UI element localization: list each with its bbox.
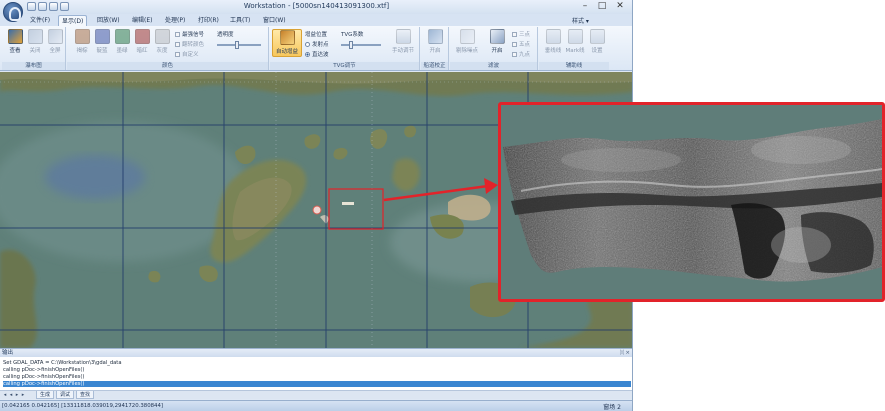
zoomed-sonar-panel bbox=[498, 102, 885, 302]
sidescan-sonar-image bbox=[503, 119, 882, 282]
application-menu-button[interactable] bbox=[3, 2, 23, 22]
